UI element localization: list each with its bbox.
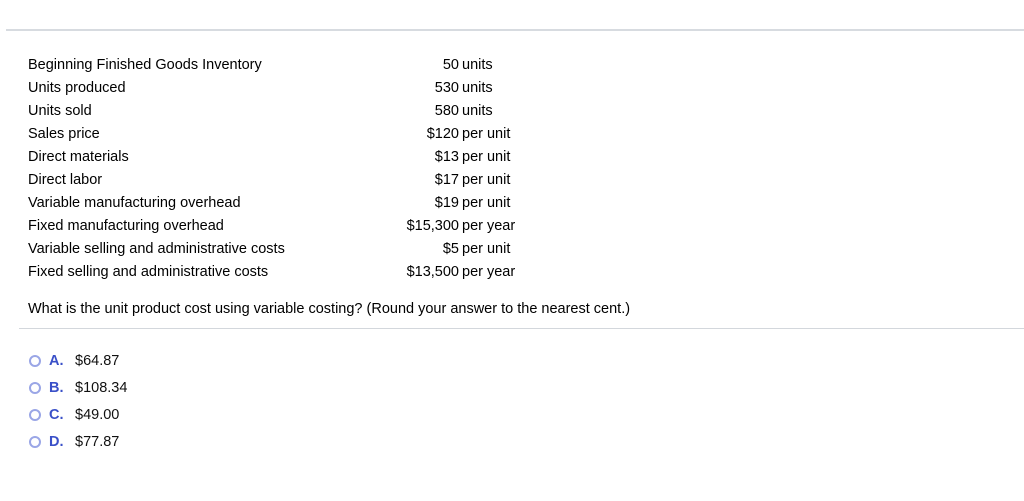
- row-unit: per year: [462, 264, 516, 280]
- table-row: Direct materials $13 per unit: [28, 146, 515, 169]
- row-label: Direct materials: [28, 149, 129, 165]
- row-unit: per unit: [462, 195, 511, 211]
- row-value: $15,300: [406, 218, 459, 234]
- option-text: $49.00: [75, 406, 120, 423]
- row-value: 50: [442, 57, 459, 73]
- answer-options: A. $64.87 B. $108.34 C. $49.00 D. $77.87: [29, 347, 127, 455]
- table-row: Sales price $120 per unit: [28, 123, 515, 146]
- row-unit: units: [462, 57, 493, 73]
- row-label: Beginning Finished Goods Inventory: [28, 57, 262, 73]
- option-c[interactable]: C. $49.00: [29, 401, 127, 428]
- table-row: Variable manufacturing overhead $19 per …: [28, 192, 515, 215]
- row-label: Fixed selling and administrative costs: [28, 264, 269, 280]
- option-letter: B.: [49, 379, 64, 396]
- row-label: Direct labor: [28, 172, 103, 188]
- table-row: Fixed manufacturing overhead $15,300 per…: [28, 215, 515, 238]
- row-unit: units: [462, 80, 493, 96]
- row-unit: per year: [462, 218, 516, 234]
- cost-data-table: Beginning Finished Goods Inventory 50 un…: [28, 54, 515, 284]
- table-row: Fixed selling and administrative costs $…: [28, 261, 515, 284]
- row-value: 530: [434, 80, 459, 96]
- table-row: Units sold 580 units: [28, 100, 515, 123]
- row-value: $17: [434, 172, 459, 188]
- option-letter: D.: [49, 433, 64, 450]
- row-unit: per unit: [462, 149, 511, 165]
- option-letter: A.: [49, 352, 64, 369]
- radio-button[interactable]: [29, 381, 41, 394]
- row-value: 580: [434, 103, 459, 119]
- option-b[interactable]: B. $108.34: [29, 374, 127, 401]
- radio-button[interactable]: [29, 354, 41, 367]
- row-label: Sales price: [28, 126, 100, 142]
- row-unit: per unit: [462, 172, 511, 188]
- option-text: $77.87: [75, 433, 120, 450]
- row-label: Units sold: [28, 103, 92, 119]
- row-unit: units: [462, 103, 493, 119]
- row-value: $19: [434, 195, 459, 211]
- row-value: $13,500: [406, 264, 459, 280]
- row-value: $120: [426, 126, 459, 142]
- option-text: $108.34: [75, 379, 128, 396]
- row-value: $13: [434, 149, 459, 165]
- question-divider: [19, 328, 1024, 329]
- top-divider: [6, 29, 1024, 31]
- row-label: Units produced: [28, 80, 126, 96]
- option-a[interactable]: A. $64.87: [29, 347, 127, 374]
- table-row: Direct labor $17 per unit: [28, 169, 515, 192]
- row-label: Variable selling and administrative cost…: [28, 241, 285, 257]
- table-row: Beginning Finished Goods Inventory 50 un…: [28, 54, 515, 77]
- option-text: $64.87: [75, 352, 120, 369]
- table-row: Variable selling and administrative cost…: [28, 238, 515, 261]
- row-label: Variable manufacturing overhead: [28, 195, 241, 211]
- row-unit: per unit: [462, 126, 511, 142]
- option-d[interactable]: D. $77.87: [29, 428, 127, 455]
- row-label: Fixed manufacturing overhead: [28, 218, 224, 234]
- question-text: What is the unit product cost using vari…: [28, 301, 631, 317]
- radio-button[interactable]: [29, 435, 41, 448]
- table-row: Units produced 530 units: [28, 77, 515, 100]
- option-letter: C.: [49, 406, 64, 423]
- row-unit: per unit: [462, 241, 511, 257]
- radio-button[interactable]: [29, 408, 41, 421]
- row-value: $5: [442, 241, 459, 257]
